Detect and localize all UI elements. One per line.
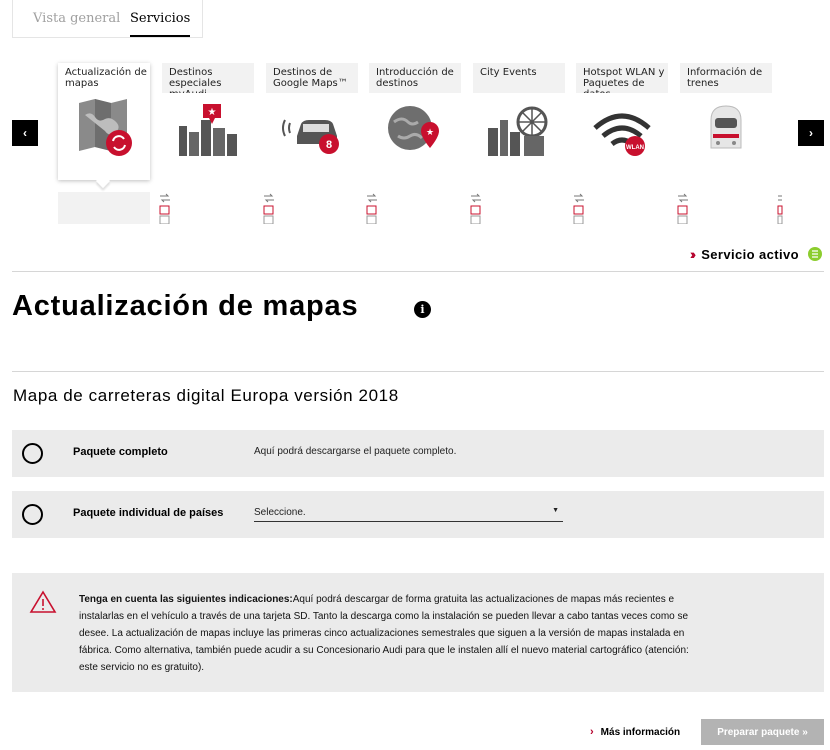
- carousel-prev-button[interactable]: ‹: [12, 120, 38, 146]
- notice-panel: Tenga en cuenta las siguientes indicacio…: [12, 573, 824, 692]
- carousel-subrow-ghost: [58, 192, 150, 224]
- service-status: ›› Servicio activo: [690, 246, 822, 262]
- section-title: Mapa de carreteras digital Europa versió…: [13, 386, 399, 405]
- tab-overview[interactable]: Vista general: [33, 11, 120, 26]
- country-select[interactable]: Seleccione. ▼: [254, 504, 563, 522]
- svg-text:8: 8: [326, 139, 332, 151]
- tab-bar: Vista general Servicios: [12, 0, 203, 38]
- prepare-package-button[interactable]: Preparar paquete »: [701, 719, 824, 745]
- sync-icon: [263, 193, 274, 224]
- service-card-special-destinations[interactable]: Destinos especiales myAudi ★: [162, 63, 254, 163]
- country-select-value: Seleccione.: [254, 507, 306, 518]
- svg-text:★: ★: [208, 107, 217, 118]
- info-icon[interactable]: i: [414, 301, 431, 318]
- active-tab-underline: [130, 35, 191, 37]
- option-full-package: Paquete completo Aquí podrá descargarse …: [12, 430, 824, 477]
- sync-icon: [777, 195, 783, 224]
- divider: [12, 271, 824, 272]
- sync-icon: [677, 193, 688, 224]
- card-label: Destinos de Google Maps™: [273, 67, 348, 89]
- notice-lead: Tenga en cuenta las siguientes indicacio…: [79, 594, 293, 605]
- city-events-icon: [473, 93, 565, 163]
- carousel-next-button[interactable]: ›: [798, 120, 824, 146]
- svg-text:WLAN: WLAN: [626, 145, 644, 151]
- chevron-right-icon: ›: [590, 726, 594, 738]
- service-status-label: Servicio activo: [701, 246, 799, 262]
- service-card-destination-input[interactable]: Introducción de destinos ★: [369, 63, 461, 163]
- service-card-wlan[interactable]: Hotspot WLAN y Paquetes de datos WLAN: [576, 63, 668, 163]
- caret-down-icon: ▼: [552, 507, 559, 514]
- card-label: Información de trenes: [687, 67, 763, 89]
- double-chevron-icon: ››: [689, 246, 697, 262]
- google-maps-car-icon: 8: [266, 93, 358, 163]
- warning-icon: [29, 590, 57, 613]
- service-card-train-info[interactable]: Información de trenes: [680, 63, 772, 163]
- card-label: City Events: [480, 67, 537, 78]
- more-info-label: Más información: [600, 726, 681, 738]
- service-card-map-update[interactable]: Actualización de mapas: [58, 63, 150, 180]
- sync-icon: [573, 193, 584, 224]
- notice-text: Tenga en cuenta las siguientes indicacio…: [79, 591, 699, 676]
- special-destinations-icon: ★: [162, 93, 254, 163]
- sync-icon: [470, 193, 481, 224]
- more-info-link[interactable]: › Más información: [590, 726, 680, 738]
- wlan-hotspot-icon: WLAN: [576, 93, 668, 163]
- card-label: Introducción de destinos: [376, 67, 454, 89]
- radio-country-package[interactable]: [22, 504, 43, 525]
- notice-body: Aquí podrá descargar de forma gratuita l…: [79, 594, 689, 673]
- map-update-icon: [58, 93, 150, 163]
- globe-destination-icon: ★: [369, 93, 461, 163]
- status-active-icon: [808, 247, 822, 261]
- option-description: Aquí podrá descargarse el paquete comple…: [254, 446, 457, 457]
- train-icon: [680, 93, 772, 163]
- tab-services[interactable]: Servicios: [130, 11, 191, 37]
- card-label: Actualización de mapas: [65, 67, 147, 89]
- tab-services-label: Servicios: [130, 11, 191, 26]
- divider: [12, 371, 824, 372]
- radio-full-package[interactable]: [22, 443, 43, 464]
- option-label: Paquete individual de países: [73, 507, 224, 519]
- option-country-package: Paquete individual de países Seleccione.…: [12, 491, 824, 538]
- page-title: Actualización de mapas: [12, 290, 359, 322]
- sync-icon: [366, 193, 377, 224]
- svg-text:★: ★: [426, 127, 434, 137]
- service-card-google-maps[interactable]: Destinos de Google Maps™ 8: [266, 63, 358, 163]
- option-label: Paquete completo: [73, 446, 168, 458]
- service-card-city-events[interactable]: City Events: [473, 63, 565, 163]
- sync-icon: [159, 193, 170, 224]
